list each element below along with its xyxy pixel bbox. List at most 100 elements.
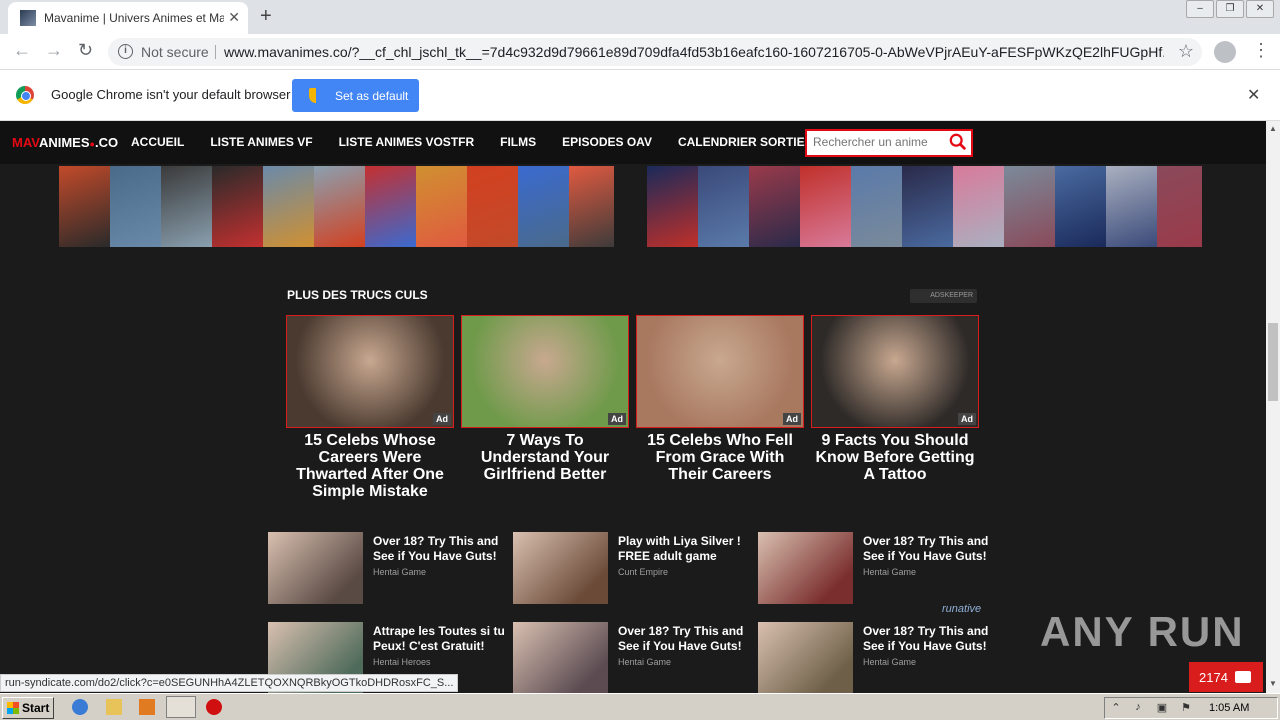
info-icon[interactable]: i <box>118 44 133 59</box>
ad-image[interactable]: Ad <box>286 315 454 428</box>
ad-card[interactable]: Ad 15 Celebs Who Fell From Grace With Th… <box>636 315 804 483</box>
nav-link-liste-vostfr[interactable]: LISTE ANIMES VOSTFR <box>339 135 475 149</box>
nav-link-episodes-oav[interactable]: EPISODES OAV <box>562 135 652 149</box>
reload-icon[interactable]: ↻ <box>78 40 93 61</box>
anime-cover-thumbnail[interactable] <box>59 166 110 247</box>
browser-tab[interactable]: Mavanime | Univers Animes et Mang ✕ <box>8 2 248 34</box>
site-logo[interactable]: MAVANIMES●.CO <box>12 135 118 150</box>
start-button[interactable]: Start <box>2 697 54 719</box>
ad-image[interactable]: Ad <box>636 315 804 428</box>
anime-cover-thumbnail[interactable] <box>800 166 851 247</box>
native-ad-title[interactable]: Over 18? Try This and See if You Have Gu… <box>618 624 753 654</box>
runative-logo[interactable]: runative <box>942 603 981 615</box>
security-app-icon[interactable] <box>206 699 222 715</box>
volume-icon[interactable]: ♪ <box>1131 701 1145 715</box>
anime-cover-thumbnail[interactable] <box>902 166 953 247</box>
anime-cover-thumbnail[interactable] <box>161 166 212 247</box>
scroll-up-icon[interactable]: ▲ <box>1269 124 1277 133</box>
page-scrollbar[interactable]: ▲ ▼ <box>1266 121 1280 693</box>
url-text[interactable]: www.mavanimes.co/?__cf_chl_jschl_tk__=7d… <box>224 44 1164 60</box>
bookmark-star-icon[interactable]: ☆ <box>1178 41 1194 62</box>
native-ad-item[interactable]: Over 18? Try This and See if You Have Gu… <box>758 622 998 694</box>
comments-badge[interactable]: 2174 <box>1189 662 1263 692</box>
native-ad-title[interactable]: Over 18? Try This and See if You Have Gu… <box>373 534 508 564</box>
security-indicator[interactable]: Not secure <box>141 44 209 60</box>
close-window-button[interactable]: ✕ <box>1246 0 1274 18</box>
search-input[interactable] <box>813 135 943 149</box>
close-tab-icon[interactable]: ✕ <box>228 9 240 26</box>
anime-banner-right[interactable] <box>647 166 1202 247</box>
native-ad-image[interactable] <box>758 532 853 604</box>
anime-banner-left[interactable] <box>59 166 614 247</box>
minimize-button[interactable]: – <box>1186 0 1214 18</box>
ad-image[interactable]: Ad <box>811 315 979 428</box>
anime-cover-thumbnail[interactable] <box>518 166 569 247</box>
anime-cover-thumbnail[interactable] <box>314 166 365 247</box>
anime-cover-thumbnail[interactable] <box>212 166 263 247</box>
file-explorer-icon[interactable] <box>106 699 122 715</box>
adskeeper-logo[interactable]: ADSKEEPER <box>910 289 977 303</box>
native-ad-source: Hentai Game <box>863 567 917 577</box>
native-ad-item[interactable]: Play with Liya Silver ! FREE adult game … <box>513 532 753 604</box>
internet-explorer-icon[interactable] <box>72 699 88 715</box>
anime-cover-thumbnail[interactable] <box>1004 166 1055 247</box>
native-ad-item[interactable]: Over 18? Try This and See if You Have Gu… <box>268 532 508 604</box>
native-ad-image[interactable] <box>268 532 363 604</box>
set-default-button[interactable]: Set as default <box>292 79 419 112</box>
nav-link-accueil[interactable]: ACCUEIL <box>131 135 184 149</box>
forward-arrow-icon[interactable]: → <box>45 40 63 61</box>
native-ad-title[interactable]: Play with Liya Silver ! FREE adult game <box>618 534 753 564</box>
anime-cover-thumbnail[interactable] <box>365 166 416 247</box>
action-center-flag-icon[interactable]: ⚑ <box>1179 701 1193 715</box>
anime-cover-thumbnail[interactable] <box>851 166 902 247</box>
anime-cover-thumbnail[interactable] <box>749 166 800 247</box>
ad-card[interactable]: Ad 7 Ways To Understand Your Girlfriend … <box>461 315 629 483</box>
anime-cover-thumbnail[interactable] <box>569 166 614 247</box>
anime-cover-thumbnail[interactable] <box>1055 166 1106 247</box>
anime-cover-thumbnail[interactable] <box>647 166 698 247</box>
logo-part-red: MAV <box>12 135 39 150</box>
kebab-menu-icon[interactable]: ⋮ <box>1252 40 1270 61</box>
ad-title[interactable]: 9 Facts You Should Know Before Getting A… <box>811 432 979 483</box>
chrome-taskbar-button[interactable] <box>166 696 196 718</box>
anime-cover-thumbnail[interactable] <box>1157 166 1202 247</box>
native-ad-title[interactable]: Attrape les Toutes si tu Peux! C'est Gra… <box>373 624 508 654</box>
anime-cover-thumbnail[interactable] <box>416 166 467 247</box>
native-ad-image[interactable] <box>513 622 608 694</box>
anime-cover-thumbnail[interactable] <box>110 166 161 247</box>
ad-card[interactable]: Ad 15 Celebs Whose Careers Were Thwarted… <box>286 315 454 500</box>
nav-link-liste-vf[interactable]: LISTE ANIMES VF <box>210 135 312 149</box>
native-ad-title[interactable]: Over 18? Try This and See if You Have Gu… <box>863 534 998 564</box>
ad-title[interactable]: 15 Celebs Whose Careers Were Thwarted Af… <box>286 432 454 500</box>
network-icon[interactable]: ▣ <box>1155 701 1169 715</box>
profile-avatar-icon[interactable] <box>1214 41 1236 63</box>
anime-cover-thumbnail[interactable] <box>953 166 1004 247</box>
taskbar-clock[interactable]: 1:05 AM <box>1209 702 1249 714</box>
new-tab-icon[interactable]: + <box>260 5 272 28</box>
native-ad-title[interactable]: Over 18? Try This and See if You Have Gu… <box>863 624 998 654</box>
nav-link-films[interactable]: FILMS <box>500 135 536 149</box>
restore-button[interactable]: ❐ <box>1216 0 1244 18</box>
back-arrow-icon[interactable]: ← <box>13 40 31 61</box>
native-ad-item[interactable]: Over 18? Try This and See if You Have Gu… <box>513 622 753 694</box>
search-icon[interactable] <box>949 133 967 151</box>
scroll-down-icon[interactable]: ▼ <box>1269 679 1277 688</box>
anime-cover-thumbnail[interactable] <box>698 166 749 247</box>
ad-image[interactable]: Ad <box>461 315 629 428</box>
address-bar[interactable]: i Not secure www.mavanimes.co/?__cf_chl_… <box>108 38 1202 66</box>
ad-card[interactable]: Ad 9 Facts You Should Know Before Gettin… <box>811 315 979 483</box>
native-ad-image[interactable] <box>513 532 608 604</box>
anime-cover-thumbnail[interactable] <box>263 166 314 247</box>
infobar-close-icon[interactable]: ✕ <box>1247 85 1260 105</box>
native-ad-item[interactable]: Over 18? Try This and See if You Have Gu… <box>758 532 998 604</box>
media-player-icon[interactable] <box>139 699 155 715</box>
ad-title[interactable]: 7 Ways To Understand Your Girlfriend Bet… <box>461 432 629 483</box>
main-nav: ACCUEIL LISTE ANIMES VF LISTE ANIMES VOS… <box>131 135 839 149</box>
nav-link-calendrier[interactable]: CALENDRIER SORTIES <box>678 135 813 149</box>
scrollbar-thumb[interactable] <box>1268 323 1278 401</box>
ad-title[interactable]: 15 Celebs Who Fell From Grace With Their… <box>636 432 804 483</box>
anime-cover-thumbnail[interactable] <box>1106 166 1157 247</box>
tray-expand-icon[interactable]: ⌃ <box>1109 701 1123 715</box>
native-ad-image[interactable] <box>758 622 853 694</box>
anime-cover-thumbnail[interactable] <box>467 166 518 247</box>
